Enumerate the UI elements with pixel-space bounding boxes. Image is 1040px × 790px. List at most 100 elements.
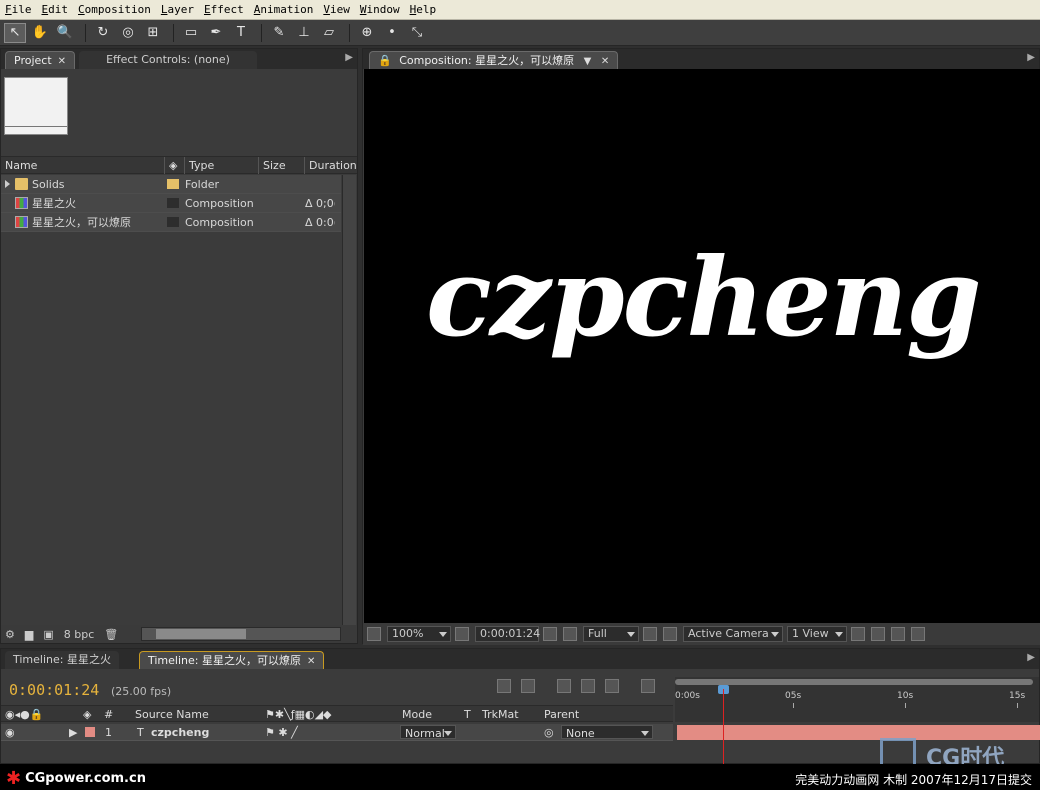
view-layout-dropdown[interactable]: 1 View xyxy=(787,626,847,642)
trash-icon[interactable]: 🗑 xyxy=(104,628,118,641)
motion-blur-icon[interactable] xyxy=(605,679,619,693)
layer-switches[interactable]: ⚑ ✱ ╱ xyxy=(265,726,298,739)
label-swatch[interactable] xyxy=(167,217,179,227)
label-swatch[interactable] xyxy=(167,179,179,189)
menu-help[interactable]: Help xyxy=(405,0,442,20)
column-trkmat[interactable]: TrkMat xyxy=(482,708,519,721)
lock-icon[interactable]: 🔒 xyxy=(378,54,392,67)
tab-timeline-2[interactable]: Timeline: 星星之火，可以燎原 ✕ xyxy=(139,651,325,671)
composition-icon xyxy=(15,216,28,228)
live-update-icon[interactable] xyxy=(497,679,511,693)
time-ruler[interactable]: 0:00s 05s 10s 15s xyxy=(675,677,1039,722)
timeline-icon[interactable] xyxy=(891,627,905,641)
new-folder-icon[interactable]: ▆ xyxy=(25,628,33,641)
eraser-tool-icon[interactable]: ▱ xyxy=(318,23,340,43)
close-icon[interactable]: ✕ xyxy=(307,653,315,671)
type-tool-icon[interactable]: T xyxy=(230,23,252,43)
zoom-dropdown[interactable]: 100% xyxy=(387,626,451,642)
draft-3d-icon[interactable] xyxy=(521,679,535,693)
list-item[interactable]: Solids Folder xyxy=(1,175,341,194)
label-swatch[interactable] xyxy=(167,198,179,208)
menu-composition[interactable]: Composition xyxy=(73,0,156,20)
pickwhip-icon[interactable]: ◎ xyxy=(544,726,554,739)
column-mode[interactable]: Mode xyxy=(402,708,432,721)
menu-layer[interactable]: Layer xyxy=(156,0,199,20)
interpret-footage-icon[interactable]: ⚙ xyxy=(5,628,15,641)
bit-depth[interactable]: 8 bpc xyxy=(64,628,95,641)
rotate-tool-icon[interactable]: ↻ xyxy=(92,23,114,43)
pin-icon[interactable]: ⤡ xyxy=(406,23,428,43)
menu-effect[interactable]: Effect xyxy=(199,0,249,20)
tab-composition[interactable]: 🔒 Composition: 星星之火，可以燎原 ▼ ✕ xyxy=(369,51,619,69)
tab-project[interactable]: Project ✕ xyxy=(5,51,76,71)
tab-timeline-1[interactable]: Timeline: 星星之火 xyxy=(5,651,119,669)
orbit-camera-icon[interactable]: ◎ xyxy=(117,23,139,43)
always-preview-icon[interactable] xyxy=(367,627,381,641)
project-horizontal-scrollbar[interactable] xyxy=(141,627,341,641)
column-source-name[interactable]: Source Name xyxy=(135,708,209,721)
camera-dropdown[interactable]: Active Camera xyxy=(683,626,783,642)
rectangle-mask-icon[interactable]: ▭ xyxy=(180,23,202,43)
clone-stamp-icon[interactable]: ⊥ xyxy=(293,23,315,43)
list-item[interactable]: 星星之火，可以燎原 Composition Δ 0:0( xyxy=(1,213,341,232)
transparency-grid-icon[interactable] xyxy=(663,627,677,641)
axis-mode-icon[interactable]: ⊕ xyxy=(356,23,378,43)
current-time-display[interactable]: 0:00:01:24 xyxy=(9,681,99,699)
panel-menu-icon[interactable]: ▶ xyxy=(1027,652,1035,663)
project-vertical-scrollbar[interactable] xyxy=(342,175,356,625)
table-row[interactable]: ◉ ▶ 1 T czpcheng ⚑ ✱ ╱ Normal ◎ None xyxy=(1,724,673,741)
flowchart-icon[interactable] xyxy=(911,627,925,641)
column-type[interactable]: Type xyxy=(185,157,259,174)
column-t[interactable]: T xyxy=(464,708,471,721)
timecode-field[interactable]: 0:00:01:24 xyxy=(475,626,540,642)
safe-zones-icon[interactable] xyxy=(455,627,469,641)
column-parent[interactable]: Parent xyxy=(544,708,579,721)
mode-dropdown[interactable]: Normal xyxy=(400,725,456,740)
list-item[interactable]: 星星之火 Composition Δ 0;0( xyxy=(1,194,341,213)
menu-window[interactable]: Window xyxy=(355,0,405,20)
snapshot-icon[interactable] xyxy=(543,627,557,641)
hand-tool-icon[interactable]: ✋ xyxy=(29,23,51,43)
expand-triangle-icon[interactable] xyxy=(5,180,10,188)
new-composition-icon[interactable]: ▣ xyxy=(43,628,53,641)
tab-effect-controls[interactable]: Effect Controls: (none) xyxy=(79,51,257,69)
column-name[interactable]: Name xyxy=(1,157,165,174)
composition-panel: 🔒 Composition: 星星之火，可以燎原 ▼ ✕ ▶ czpcheng … xyxy=(362,48,1040,645)
project-column-header: Name ◈ Type Size Duration xyxy=(1,156,357,174)
panel-menu-icon[interactable]: ▶ xyxy=(345,52,353,63)
menu-file[interactable]: File xyxy=(0,0,37,20)
zoom-tool-icon[interactable]: 🔍 xyxy=(54,23,76,43)
selection-tool-icon[interactable]: ↖ xyxy=(4,22,26,43)
label-swatch[interactable] xyxy=(85,727,95,737)
tab-timeline-1-label: Timeline: 星星之火 xyxy=(13,653,111,666)
snap-icon[interactable]: • xyxy=(381,23,403,43)
composition-viewer[interactable]: czpcheng xyxy=(364,69,1040,623)
menu-animation[interactable]: Animation xyxy=(249,0,319,20)
resolution-dropdown[interactable]: Full xyxy=(583,626,639,642)
work-area-bar[interactable] xyxy=(675,679,1033,685)
scrollbar-thumb[interactable] xyxy=(156,629,246,639)
shy-layers-icon[interactable] xyxy=(557,679,571,693)
menu-edit[interactable]: Edit xyxy=(37,0,74,20)
fast-previews-icon[interactable] xyxy=(871,627,885,641)
label-column-icon[interactable]: ◈ xyxy=(165,157,185,174)
show-channel-icon[interactable] xyxy=(563,627,577,641)
graph-editor-icon[interactable] xyxy=(641,679,655,693)
menu-view[interactable]: View xyxy=(318,0,355,20)
pen-tool-icon[interactable]: ✒ xyxy=(205,23,227,43)
toggle-pixel-aspect-icon[interactable] xyxy=(851,627,865,641)
tab-project-label: Project xyxy=(14,54,52,67)
brush-tool-icon[interactable]: ✎ xyxy=(268,23,290,43)
pan-behind-icon[interactable]: ⊞ xyxy=(142,23,164,43)
close-icon[interactable]: ✕ xyxy=(58,53,66,71)
region-of-interest-icon[interactable] xyxy=(643,627,657,641)
frame-blending-icon[interactable] xyxy=(581,679,595,693)
parent-dropdown[interactable]: None xyxy=(561,725,653,740)
eye-icon[interactable]: ◉ xyxy=(5,726,15,739)
column-size[interactable]: Size xyxy=(259,157,305,174)
panel-menu-icon[interactable]: ▶ xyxy=(1027,52,1035,63)
expand-triangle-icon[interactable]: ▶ xyxy=(69,726,77,739)
layer-name[interactable]: czpcheng xyxy=(151,726,209,739)
column-duration[interactable]: Duration xyxy=(305,157,357,174)
column-number[interactable]: # xyxy=(104,708,113,721)
